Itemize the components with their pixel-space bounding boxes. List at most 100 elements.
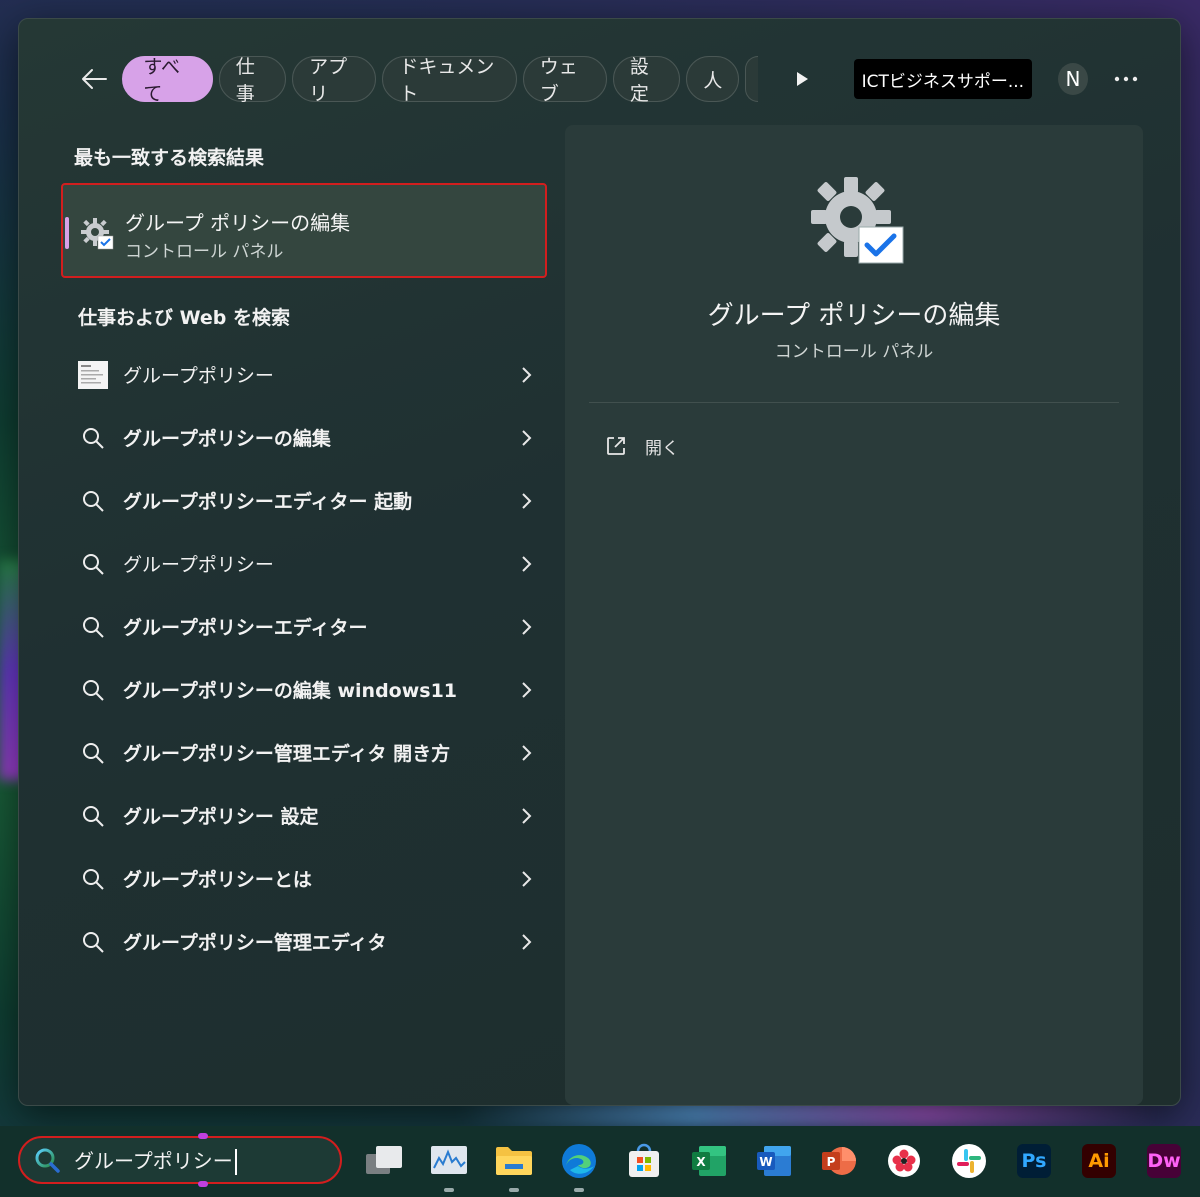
web-result-item[interactable]: グループポリシーエディター bbox=[75, 595, 535, 658]
running-indicator bbox=[574, 1188, 584, 1192]
filter-bar: すべて 仕事 アプリ ドキュメント ウェブ 設定 人 ICTビジネスサポー...… bbox=[75, 55, 1140, 105]
filter-chips: すべて 仕事 アプリ ドキュメント ウェブ 設定 人 bbox=[122, 56, 758, 105]
store-icon bbox=[629, 1143, 659, 1177]
svg-text:P: P bbox=[827, 1155, 836, 1169]
web-result-item[interactable]: グループポリシー管理エディタ bbox=[75, 910, 535, 973]
more-dots-icon bbox=[1114, 76, 1138, 82]
selection-handle-top[interactable] bbox=[198, 1133, 208, 1139]
chevron-right-icon bbox=[522, 934, 532, 950]
web-search-heading: 仕事および Web を検索 bbox=[78, 307, 290, 329]
chevron-right-icon bbox=[522, 619, 532, 635]
task-manager-icon bbox=[431, 1146, 467, 1174]
filter-chip-work[interactable]: 仕事 bbox=[218, 56, 287, 105]
preview-subtitle: コントロール パネル bbox=[774, 342, 934, 362]
chevron-right-icon bbox=[522, 367, 532, 383]
filter-chip-documents[interactable]: ドキュメント bbox=[382, 56, 517, 105]
arrow-left-icon bbox=[81, 69, 107, 89]
avatar[interactable]: N bbox=[1058, 63, 1088, 95]
group-policy-gear-icon bbox=[81, 218, 114, 250]
svg-text:W: W bbox=[759, 1155, 772, 1169]
web-result-label: グループポリシー管理エディタ bbox=[123, 932, 387, 954]
web-result-item[interactable]: グループポリシーの編集 bbox=[75, 406, 535, 469]
filter-chip-people[interactable]: 人 bbox=[686, 56, 740, 102]
photoshop-icon: Ps bbox=[1017, 1144, 1051, 1178]
open-action-button[interactable]: 開く bbox=[605, 431, 679, 461]
chevron-right-icon bbox=[522, 745, 532, 761]
taskbar-store[interactable] bbox=[620, 1140, 668, 1182]
web-result-item[interactable]: グループポリシー bbox=[75, 532, 535, 595]
search-flyout: すべて 仕事 アプリ ドキュメント ウェブ 設定 人 ICTビジネスサポー...… bbox=[18, 18, 1181, 1106]
filter-chip-overflow[interactable] bbox=[745, 56, 758, 102]
open-external-icon bbox=[607, 437, 625, 455]
back-button[interactable] bbox=[75, 59, 112, 99]
folder-icon bbox=[496, 1147, 532, 1175]
running-indicator bbox=[444, 1188, 454, 1192]
chevron-right-icon bbox=[522, 493, 532, 509]
search-icon bbox=[77, 611, 109, 643]
web-result-item[interactable]: グループポリシーとは bbox=[75, 847, 535, 910]
taskbar-task-view[interactable] bbox=[360, 1140, 408, 1182]
web-result-label: グループポリシー bbox=[123, 554, 274, 576]
chevron-right-icon bbox=[522, 808, 532, 824]
filter-chip-web[interactable]: ウェブ bbox=[522, 56, 607, 105]
search-icon bbox=[77, 548, 109, 580]
web-result-label: グループポリシーエディター 起動 bbox=[123, 491, 413, 513]
taskbar-slack[interactable] bbox=[945, 1140, 993, 1182]
edge-icon bbox=[562, 1144, 596, 1178]
filter-chip-all[interactable]: すべて bbox=[122, 56, 213, 105]
best-match-heading: 最も一致する検索結果 bbox=[74, 147, 265, 169]
web-result-item[interactable]: グループポリシー bbox=[75, 343, 535, 406]
search-icon bbox=[35, 1148, 60, 1173]
document-thumbnail-icon bbox=[77, 359, 109, 391]
web-result-item[interactable]: グループポリシー 設定 bbox=[75, 784, 535, 847]
search-icon bbox=[77, 674, 109, 706]
chevron-right-icon bbox=[522, 682, 532, 698]
web-result-label: グループポリシーの編集 windows11 bbox=[123, 680, 458, 702]
web-result-label: グループポリシー管理エディタ 開き方 bbox=[123, 743, 451, 765]
filter-chip-settings[interactable]: 設定 bbox=[612, 56, 681, 105]
web-result-label: グループポリシー bbox=[123, 365, 274, 387]
web-result-item[interactable]: グループポリシー管理エディタ 開き方 bbox=[75, 721, 535, 784]
taskbar-word[interactable]: W bbox=[750, 1140, 798, 1182]
powerpoint-icon: P bbox=[822, 1147, 856, 1175]
best-match-subtitle: コントロール パネル bbox=[125, 242, 284, 262]
web-result-item[interactable]: グループポリシーの編集 windows11 bbox=[75, 658, 535, 721]
taskbar-task-manager[interactable] bbox=[425, 1140, 473, 1192]
taskbar-excel[interactable]: X bbox=[685, 1140, 733, 1182]
preview-divider bbox=[589, 402, 1119, 403]
search-value: グループポリシー bbox=[74, 1148, 233, 1173]
search-icon bbox=[77, 737, 109, 769]
selection-handle-bottom[interactable] bbox=[198, 1181, 208, 1187]
taskbar-illustrator[interactable]: Ai bbox=[1075, 1140, 1123, 1182]
taskbar-file-explorer[interactable] bbox=[490, 1140, 538, 1192]
preview-pane: グループ ポリシーの編集 コントロール パネル 開く bbox=[565, 125, 1143, 1105]
chevron-right-icon bbox=[522, 871, 532, 887]
taskbar-powerpoint[interactable]: P bbox=[815, 1140, 863, 1182]
web-search-results: グループポリシー グループポリシーの編集 グループポリシーエディター 起動 グル… bbox=[75, 343, 535, 973]
slack-icon bbox=[952, 1144, 986, 1178]
search-icon bbox=[77, 863, 109, 895]
word-icon: W bbox=[757, 1146, 791, 1176]
web-result-label: グループポリシーとは bbox=[123, 869, 312, 891]
filter-chip-apps[interactable]: アプリ bbox=[292, 56, 377, 105]
taskbar-photos-app[interactable] bbox=[880, 1140, 928, 1182]
taskbar-apps: X W P Ps Ai Dw bbox=[360, 1140, 1188, 1192]
best-match-result[interactable]: グループ ポリシーの編集 コントロール パネル bbox=[61, 183, 547, 278]
taskbar-edge[interactable] bbox=[555, 1140, 603, 1192]
selection-accent bbox=[65, 217, 69, 249]
scroll-filters-button[interactable] bbox=[786, 59, 818, 99]
chevron-right-icon bbox=[522, 556, 532, 572]
dreamweaver-icon: Dw bbox=[1147, 1144, 1181, 1178]
web-result-label: グループポリシーの編集 bbox=[123, 428, 331, 450]
taskbar-search-input[interactable]: グループポリシー bbox=[18, 1133, 342, 1187]
taskbar-photoshop[interactable]: Ps bbox=[1010, 1140, 1058, 1182]
taskbar-dreamweaver[interactable]: Dw bbox=[1140, 1140, 1188, 1182]
web-result-item[interactable]: グループポリシーエディター 起動 bbox=[75, 469, 535, 532]
more-options-button[interactable] bbox=[1112, 64, 1140, 94]
taskbar: グループポリシー X W P Ps Ai Dw bbox=[0, 1126, 1200, 1197]
organization-badge[interactable]: ICTビジネスサポー... bbox=[853, 59, 1033, 99]
task-view-icon bbox=[366, 1146, 402, 1174]
preview-title: グループ ポリシーの編集 bbox=[707, 301, 1001, 331]
group-policy-gear-icon bbox=[811, 177, 904, 264]
web-result-label: グループポリシー 設定 bbox=[123, 806, 319, 828]
